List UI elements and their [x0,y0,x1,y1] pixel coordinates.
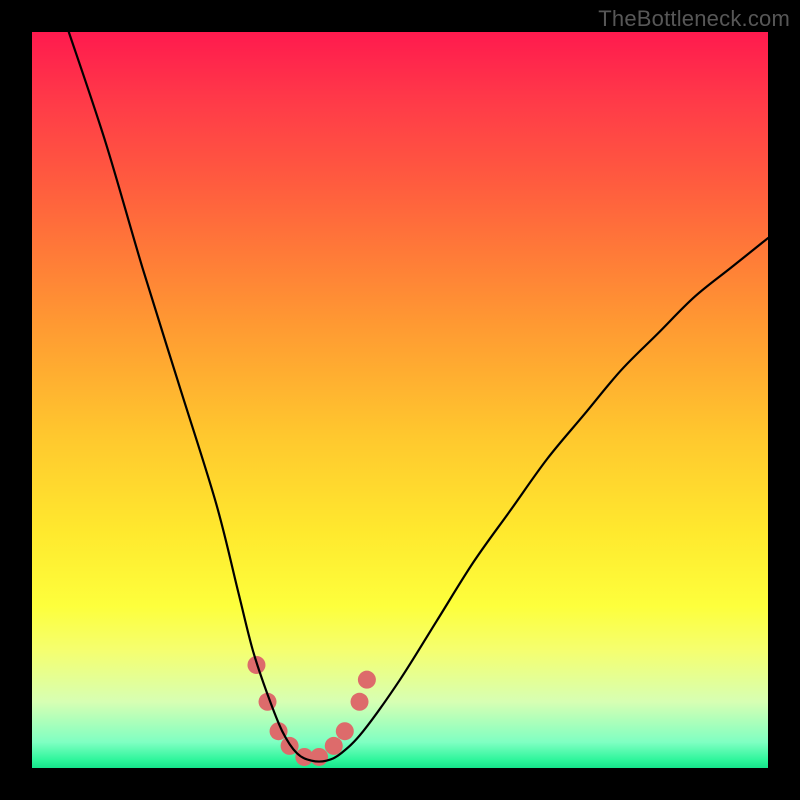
highlight-marker [351,693,369,711]
watermark-text: TheBottleneck.com [598,6,790,32]
highlight-marker [310,748,328,766]
chart-frame: TheBottleneck.com [0,0,800,800]
chart-plot-area [32,32,768,768]
bottleneck-curve-path [69,32,768,762]
chart-svg [32,32,768,768]
highlight-marker [336,722,354,740]
highlight-marker [358,671,376,689]
highlight-marker [325,737,343,755]
marker-group [247,656,375,766]
